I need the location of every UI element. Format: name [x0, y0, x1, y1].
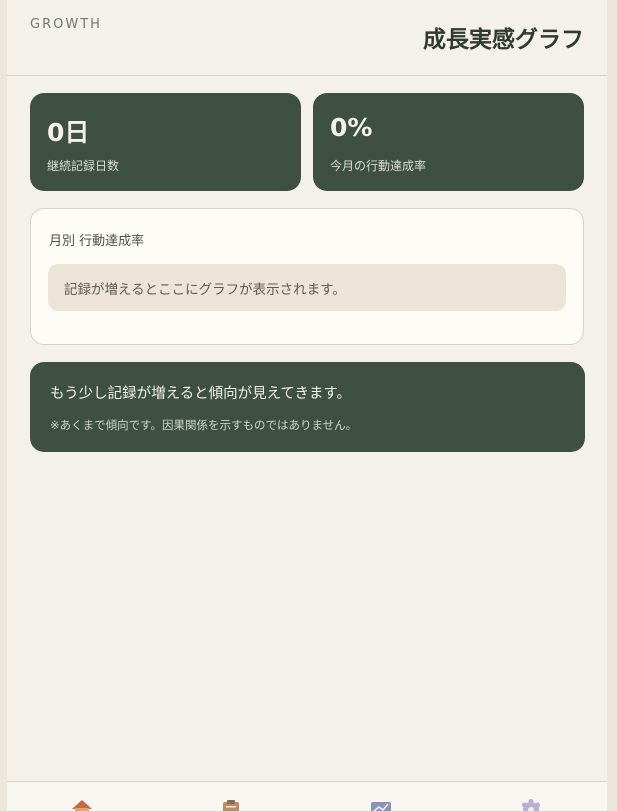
insight-card: もう少し記録が増えると傾向が見えてきます。 ※あくまで傾向です。因果関係を示すも… — [30, 362, 585, 452]
streak-value: 0日 — [47, 118, 90, 147]
home-icon — [72, 800, 92, 811]
chart-title: 月別 行動達成率 — [49, 234, 145, 249]
streak-stat-card: 0日 継続記録日数 — [30, 93, 301, 191]
achievement-stat-card: 0% 今月の行動達成率 — [313, 93, 584, 191]
monthly-chart-card: 月別 行動達成率 記録が増えるとここにグラフが表示されます。 — [30, 208, 584, 345]
insight-message: もう少し記録が増えると傾向が見えてきます。 — [50, 386, 352, 402]
chart-empty-state: 記録が増えるとここにグラフが表示されます。 — [48, 264, 566, 311]
chart-icon — [371, 802, 391, 811]
streak-label: 継続記録日数 — [47, 159, 120, 173]
gear-icon — [522, 799, 540, 811]
chart-empty-message: 記録が増えるとここにグラフが表示されます。 — [64, 282, 346, 298]
insight-disclaimer: ※あくまで傾向です。因果関係を示すものではありません。 — [50, 418, 358, 432]
app-screen: GROWTH 成長実感グラフ 0日 継続記録日数 0% 今月の行動達成率 月別 … — [7, 0, 607, 811]
achievement-value: 0% — [330, 113, 373, 142]
nav-log-button[interactable] — [220, 799, 242, 811]
achievement-label: 今月の行動達成率 — [330, 159, 427, 173]
bottom-nav — [7, 781, 607, 811]
nav-settings-button[interactable] — [520, 799, 542, 811]
nav-home-button[interactable] — [71, 799, 93, 811]
clipboard-icon — [223, 800, 239, 811]
header: GROWTH 成長実感グラフ — [7, 0, 607, 76]
page-title: 成長実感グラフ — [423, 27, 584, 53]
header-eyebrow: GROWTH — [30, 17, 102, 32]
nav-chart-button[interactable] — [370, 799, 392, 811]
